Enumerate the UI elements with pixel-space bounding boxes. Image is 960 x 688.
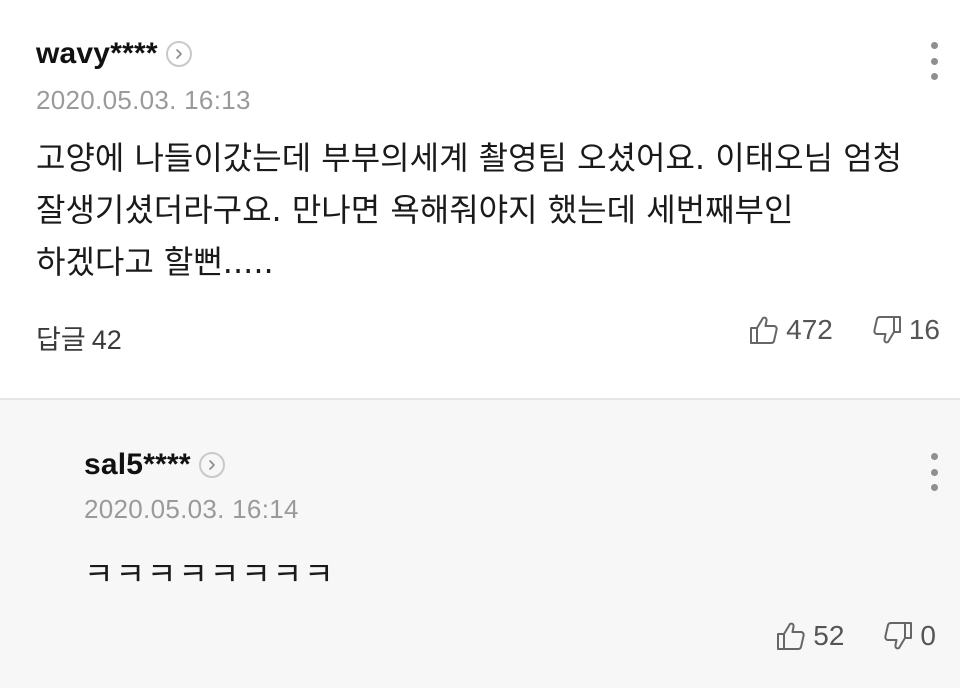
reply-item: sal5**** 2020.05.03. 16:14 ㅋㅋㅋㅋㅋㅋㅋㅋ 52 0: [0, 400, 960, 688]
more-vertical-icon: [930, 57, 938, 65]
thumbs-up-icon: [748, 314, 780, 346]
comment-author-row: wavy****: [36, 34, 192, 74]
thumbs-down-icon: [871, 314, 903, 346]
comment-timestamp: 2020.05.03. 16:13: [36, 85, 251, 115]
vote-group: 472 16: [748, 314, 940, 346]
dislike-count: 16: [908, 314, 940, 345]
like-button[interactable]: 472: [748, 314, 833, 346]
chevron-right-icon: [208, 460, 215, 470]
more-options-button[interactable]: [924, 453, 944, 491]
comment-text: 고양에 나들이갔는데 부부의세계 촬영팀 오셨어요. 이태오님 엄청 잘생기셨더…: [36, 139, 903, 281]
more-vertical-icon: [930, 453, 938, 460]
reply-timestamp: 2020.05.03. 16:14: [84, 494, 299, 524]
reply-label: 답글: [36, 325, 86, 356]
chevron-right-icon: [175, 49, 182, 59]
thumbs-down-icon: [882, 620, 914, 652]
reply-username[interactable]: sal5****: [84, 448, 191, 482]
vote-group: 52 0: [775, 620, 936, 652]
like-count: 52: [813, 620, 845, 651]
thumbs-up-icon: [775, 620, 807, 652]
like-count: 472: [786, 314, 833, 345]
reply-count-button[interactable]: 답글 42: [36, 318, 122, 357]
reply-text: ㅋㅋㅋㅋㅋㅋㅋㅋ: [84, 555, 336, 593]
dislike-count: 0: [920, 620, 936, 651]
more-vertical-icon: [930, 73, 938, 80]
dislike-button[interactable]: 16: [871, 314, 940, 346]
reply-count: 42: [91, 325, 122, 355]
comment-item: wavy**** 2020.05.03. 16:13 고양에 나들이갔는데 부부…: [0, 0, 960, 398]
reply-author-row: sal5****: [84, 445, 225, 485]
dislike-button[interactable]: 0: [882, 620, 936, 652]
like-button[interactable]: 52: [775, 620, 844, 652]
profile-link-button[interactable]: [165, 41, 192, 67]
more-vertical-icon: [930, 468, 938, 476]
more-vertical-icon: [930, 42, 938, 49]
more-vertical-icon: [930, 484, 938, 491]
comment-username[interactable]: wavy****: [36, 37, 158, 71]
more-options-button[interactable]: [924, 42, 944, 80]
profile-link-button[interactable]: [198, 452, 225, 478]
